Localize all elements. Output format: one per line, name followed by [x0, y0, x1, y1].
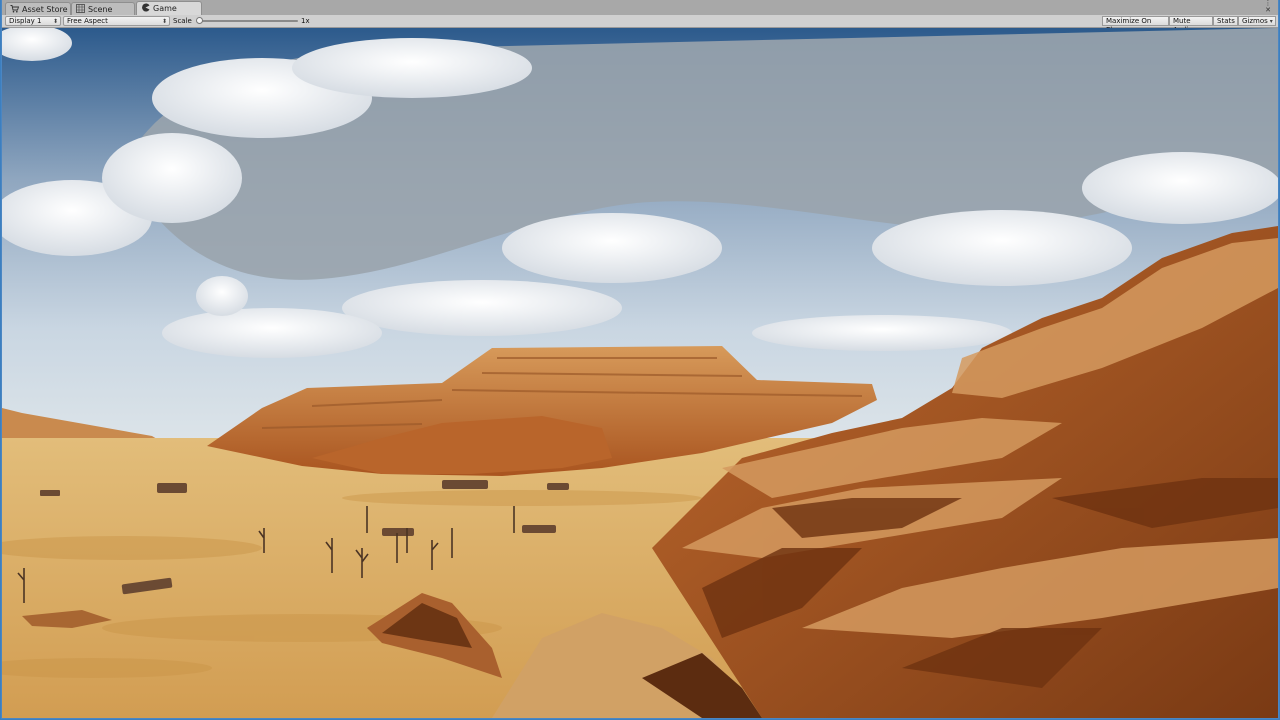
grid-icon	[76, 4, 85, 13]
tab-label: Scene	[88, 5, 113, 14]
scale-slider-thumb[interactable]	[196, 17, 203, 24]
maximize-on-play-toggle[interactable]: Maximize On Play	[1102, 16, 1169, 34]
game-view[interactable]	[2, 28, 1278, 718]
game-toolbar: Display 1 ⬍ Free Aspect ⬍ Scale 1x Maxim…	[2, 15, 1278, 34]
aspect-dropdown[interactable]: Free Aspect ⬍	[63, 16, 170, 26]
shopping-cart-icon	[10, 4, 20, 13]
stats-toggle[interactable]: Stats	[1213, 16, 1238, 26]
updown-arrow-icon: ⬍	[52, 18, 58, 25]
display-dropdown[interactable]: Display 1 ⬍	[5, 16, 61, 26]
display-value: Display 1	[9, 17, 42, 25]
gizmos-dropdown[interactable]: Gizmos ▾	[1238, 16, 1276, 26]
scale-value: 1x	[301, 17, 310, 25]
unity-editor-window: Asset Store Scene Game ⋮ ✕ Display 1 ⬍ F…	[1, 0, 1279, 719]
tab-game[interactable]: Game	[136, 1, 202, 16]
updown-arrow-icon: ⬍	[161, 18, 167, 25]
tab-strip: Asset Store Scene Game ⋮ ✕	[2, 0, 1278, 16]
scale-label: Scale	[173, 17, 192, 25]
close-icon[interactable]: ✕	[1261, 7, 1275, 14]
pacman-icon	[141, 3, 150, 12]
dropdown-arrow-icon: ▾	[1269, 18, 1273, 25]
tab-asset-store[interactable]: Asset Store	[5, 2, 71, 15]
desert-scene-render	[2, 28, 1278, 718]
tab-scene[interactable]: Scene	[71, 2, 135, 15]
tab-label: Asset Store	[22, 5, 68, 14]
aspect-value: Free Aspect	[67, 17, 108, 25]
mute-audio-toggle[interactable]: Mute Audio	[1169, 16, 1213, 34]
tab-controls: ⋮ ✕	[1261, 0, 1275, 15]
scale-slider-track[interactable]	[198, 20, 298, 22]
tab-label: Game	[153, 4, 177, 13]
gizmos-label: Gizmos	[1242, 17, 1268, 25]
